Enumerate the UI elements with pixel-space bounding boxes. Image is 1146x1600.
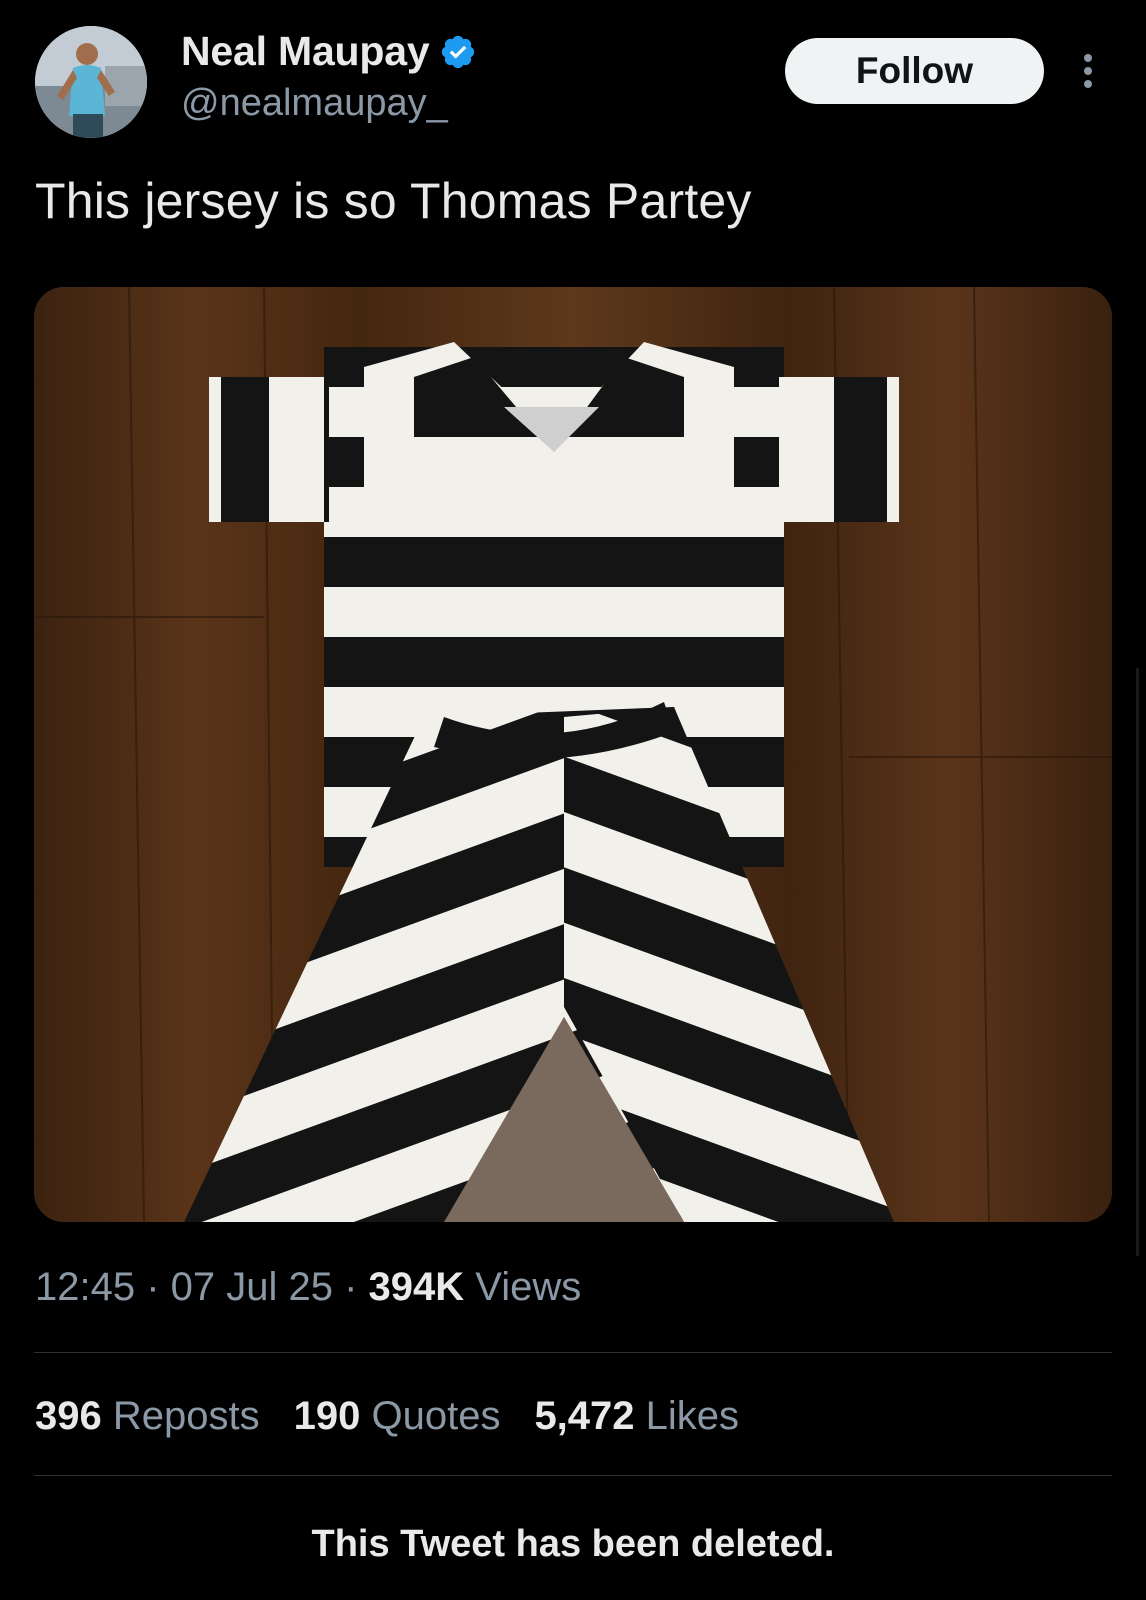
- engagement-stats: 396 Reposts 190 Quotes 5,472 Likes: [35, 1394, 739, 1439]
- quotes-count: 190: [293, 1394, 361, 1438]
- quotes-label: Quotes: [360, 1394, 501, 1438]
- scrollbar[interactable]: [1136, 668, 1139, 1256]
- avatar[interactable]: [35, 26, 147, 138]
- reposts-count: 396: [35, 1394, 102, 1438]
- follow-button[interactable]: Follow: [785, 38, 1044, 104]
- author-display-name[interactable]: Neal Maupay: [181, 28, 430, 75]
- views-label: Views: [464, 1265, 582, 1309]
- deleted-tweet-notice: This Tweet has been deleted.: [311, 1523, 835, 1565]
- separator-dot: ·: [135, 1265, 171, 1309]
- quotes-stat[interactable]: 190 Quotes: [294, 1394, 501, 1439]
- tweet-card: Neal Maupay @nealmaupay_ Follow This jer…: [0, 0, 1146, 1600]
- likes-stat[interactable]: 5,472 Likes: [534, 1394, 739, 1439]
- tweet-media-image[interactable]: [34, 287, 1112, 1222]
- verified-badge-icon: [439, 33, 477, 71]
- views-count: 394K: [368, 1265, 465, 1309]
- divider: [34, 1475, 1112, 1476]
- likes-count: 5,472: [534, 1394, 635, 1438]
- reposts-label: Reposts: [101, 1394, 260, 1438]
- avatar-image: [35, 26, 147, 138]
- reposts-stat[interactable]: 396 Reposts: [35, 1394, 260, 1439]
- tweet-time[interactable]: 12:45: [35, 1265, 135, 1309]
- likes-label: Likes: [634, 1394, 740, 1438]
- striped-uniform-photo: [34, 287, 1112, 1222]
- more-vertical-icon[interactable]: [1076, 50, 1100, 92]
- tweet-metadata: 12:45 · 07 Jul 25 · 394K Views: [35, 1265, 581, 1310]
- separator-dot: ·: [333, 1265, 369, 1309]
- divider: [34, 1352, 1112, 1353]
- tweet-date[interactable]: 07 Jul 25: [171, 1265, 333, 1309]
- author-handle[interactable]: @nealmaupay_: [181, 82, 448, 125]
- author-name-row: Neal Maupay: [181, 28, 477, 75]
- tweet-text: This jersey is so Thomas Partey: [35, 173, 752, 229]
